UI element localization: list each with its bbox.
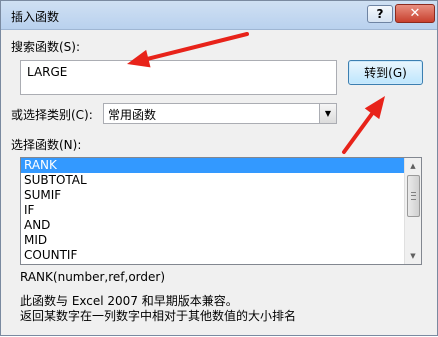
scroll-down-icon[interactable]: ▼ [405,248,421,264]
list-scrollbar[interactable]: ▲ ▼ [404,158,421,264]
scroll-thumb[interactable] [407,175,420,217]
insert-function-dialog: 插入函数 ? ✕ 搜索函数(S): LARGE 转到(G) 或选择类别(C): … [0,0,438,336]
chevron-down-icon[interactable]: ▼ [319,104,336,123]
grip-icon [411,192,416,200]
function-signature: RANK(number,ref,order) [20,270,166,284]
function-list-item[interactable]: IF [21,203,404,218]
search-input[interactable]: LARGE [20,60,337,95]
function-list-item[interactable]: COUNTIF [21,248,404,263]
go-button[interactable]: 转到(G) [348,60,423,85]
function-list-item[interactable]: AND [21,218,404,233]
dialog-title: 插入函数 [11,10,60,24]
function-list-item[interactable]: SUMIF [21,188,404,203]
category-label: 或选择类别(C): [11,108,93,122]
function-description: 返回某数字在一列数字中相对于其他数值的大小排名 [20,309,297,323]
close-icon: ✕ [409,6,421,21]
function-list-item[interactable]: SUBTOTAL [21,173,404,188]
close-button[interactable]: ✕ [395,4,435,23]
category-selected-value: 常用函数 [108,108,157,122]
function-list-label: 选择函数(N): [11,138,82,152]
help-button[interactable]: ? [367,5,393,23]
function-list[interactable]: RANK SUBTOTAL SUMIF IF AND MID COUNTIF ▲ ▼ [20,157,422,265]
scroll-up-icon[interactable]: ▲ [405,158,421,174]
title-bar: 插入函数 ? ✕ [1,1,437,30]
help-icon: ? [376,7,384,21]
function-list-item[interactable]: MID [21,233,404,248]
search-input-value: LARGE [27,65,68,79]
dialog-body: 搜索函数(S): LARGE 转到(G) 或选择类别(C): 常用函数 ▼ 选择… [1,30,437,335]
search-label: 搜索函数(S): [11,40,81,54]
category-select[interactable]: 常用函数 ▼ [103,103,337,124]
function-list-item[interactable]: RANK [21,158,404,173]
